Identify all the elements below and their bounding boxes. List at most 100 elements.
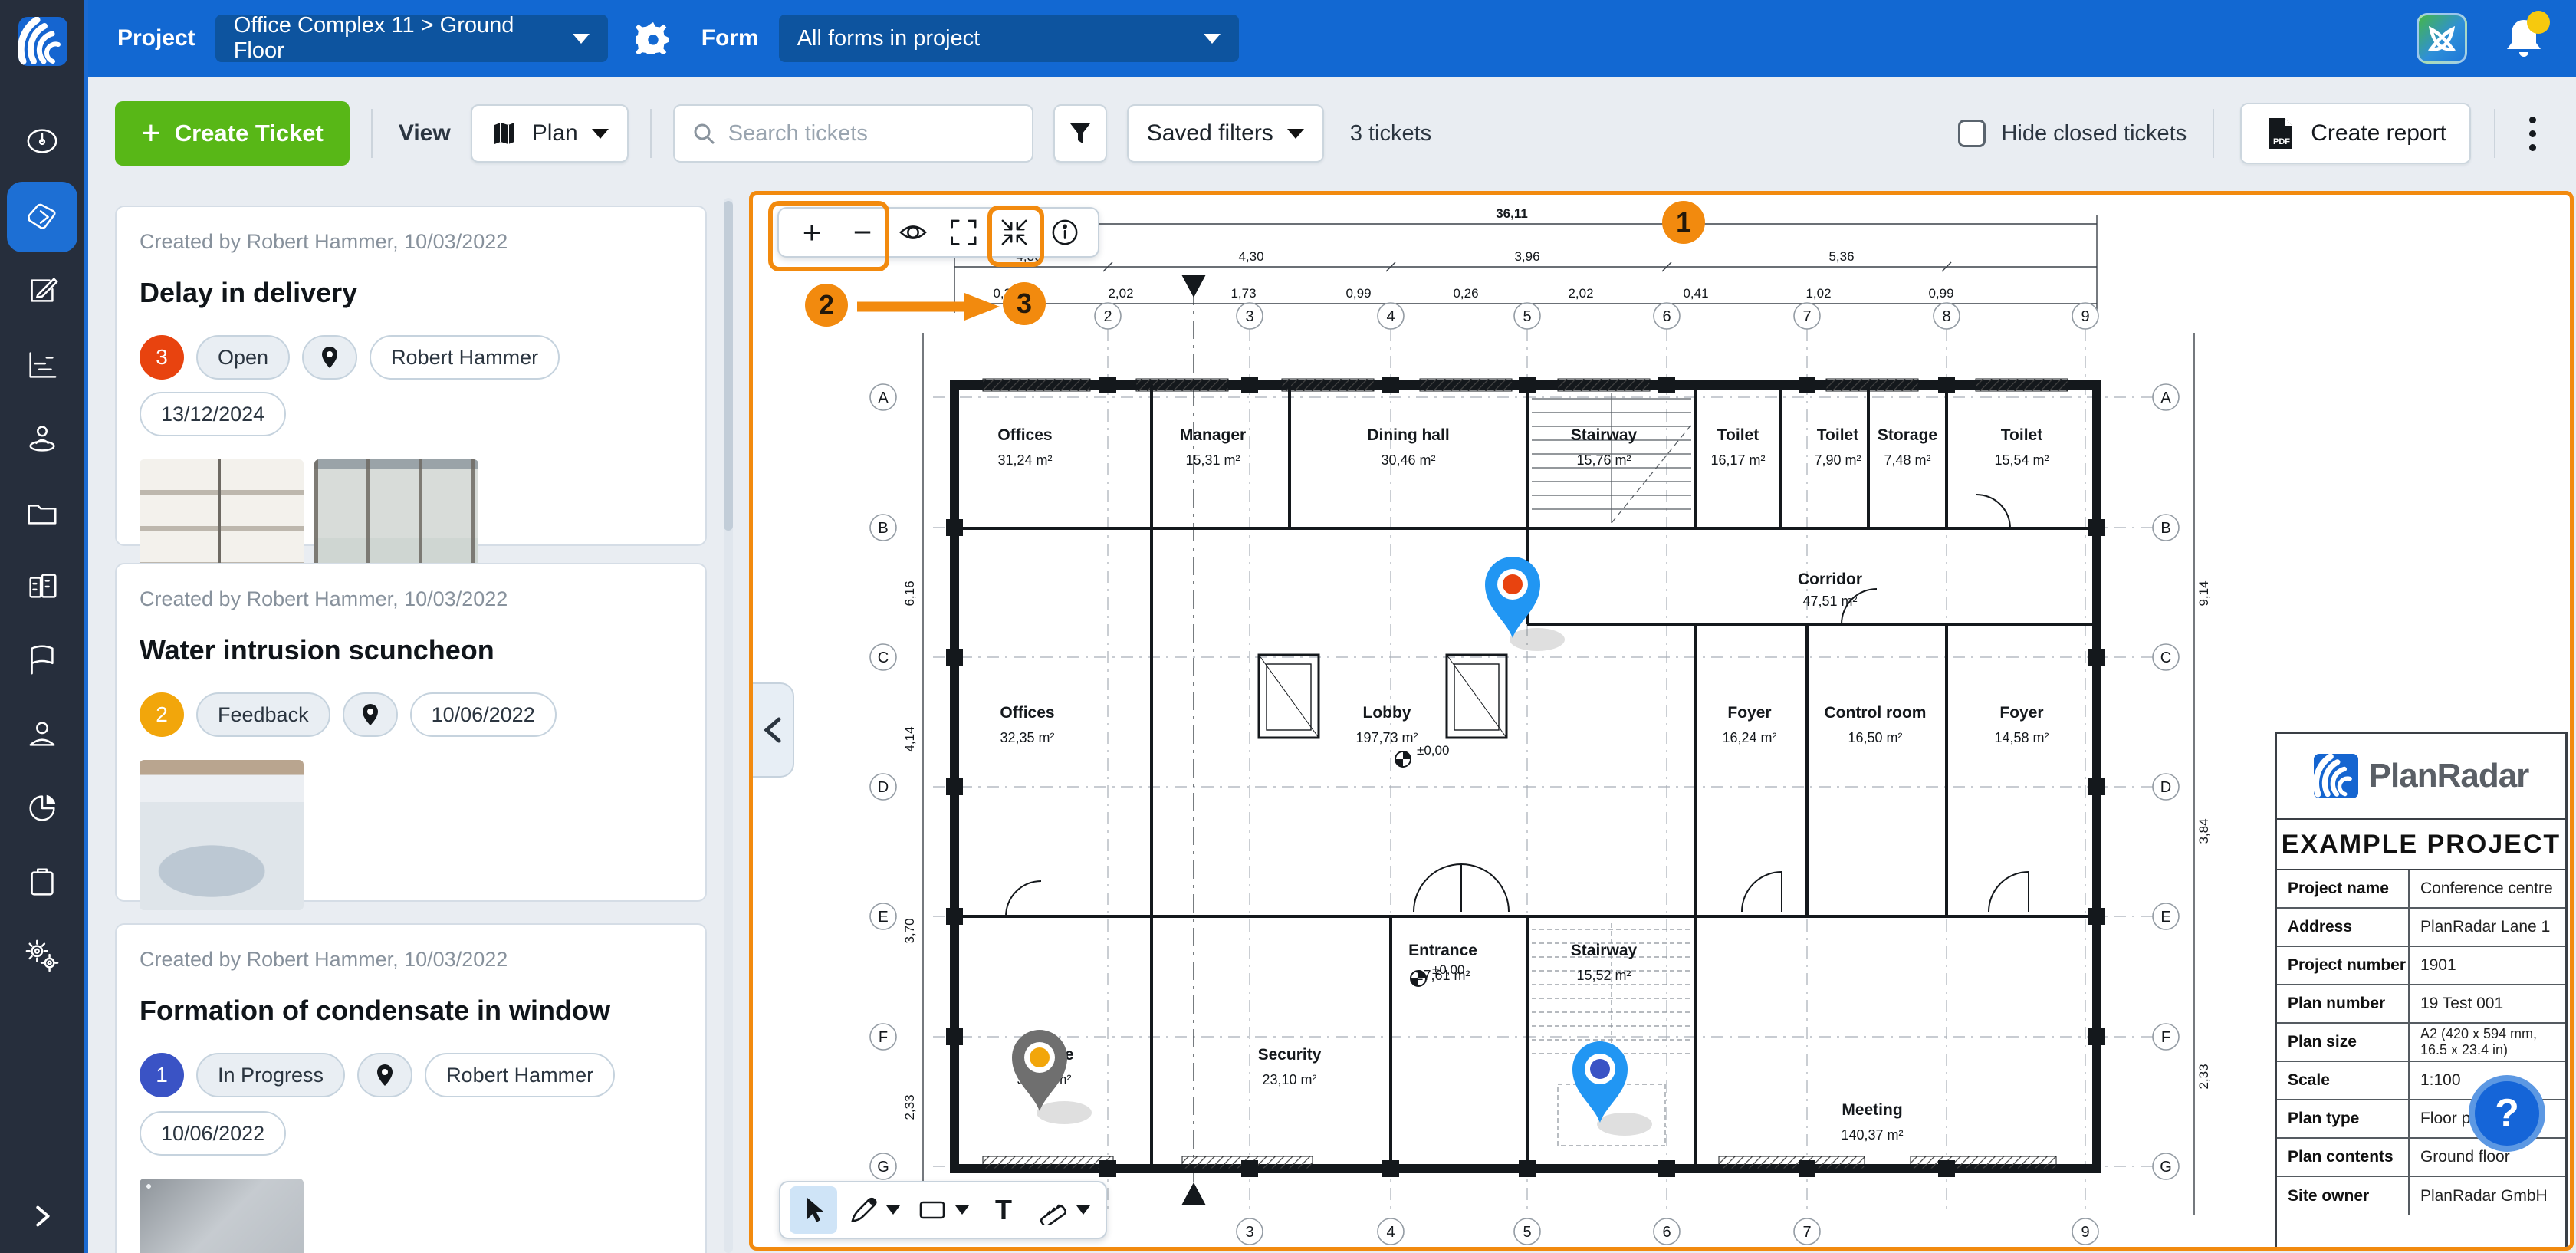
plan-info-button[interactable] xyxy=(1040,209,1090,255)
sidebar-item-settings[interactable] xyxy=(7,921,77,992)
svg-text:6,16: 6,16 xyxy=(902,580,917,606)
form-edit-icon xyxy=(25,273,60,308)
svg-text:D: D xyxy=(2160,779,2171,796)
view-mode-selector[interactable]: Plan xyxy=(471,104,629,163)
sidebar-item-documents[interactable] xyxy=(7,478,77,548)
text-tool-button[interactable]: T xyxy=(980,1186,1027,1234)
annotation-box-zoom-controls xyxy=(768,201,889,271)
svg-text:4,14: 4,14 xyxy=(902,726,917,751)
layer-visibility-button[interactable] xyxy=(888,209,938,255)
sidebar-item-tickets[interactable] xyxy=(7,182,77,252)
status-badge: Open xyxy=(196,335,290,380)
planradar-logo[interactable] xyxy=(18,17,67,66)
app-switcher-button[interactable] xyxy=(2417,13,2467,64)
ticket-pin-inprogress[interactable] xyxy=(1572,1041,1652,1136)
planradar-app: Project Office Complex 11 > Ground Floor… xyxy=(0,0,2576,1253)
search-input[interactable] xyxy=(728,121,1004,146)
ticket-list-scrollbar[interactable] xyxy=(724,198,733,1253)
svg-text:3,84: 3,84 xyxy=(2196,818,2211,844)
chevron-down-icon xyxy=(592,129,609,139)
annotation-step-2: 2 xyxy=(805,284,848,327)
svg-text:B: B xyxy=(878,520,888,537)
svg-text:E: E xyxy=(878,909,888,926)
sidebar-item-forms[interactable] xyxy=(7,255,77,326)
hide-closed-checkbox[interactable] xyxy=(1958,120,1986,147)
sidebar-item-tasks[interactable] xyxy=(7,847,77,918)
sidebar-item-statistics[interactable] xyxy=(7,330,77,400)
scrollbar-thumb[interactable] xyxy=(724,201,733,531)
ticket-pin-feedback[interactable] xyxy=(1012,1030,1092,1124)
svg-text:G: G xyxy=(877,1159,889,1176)
ticket-card[interactable]: Created by Robert Hammer, 10/03/2022 Wat… xyxy=(115,563,707,902)
svg-text:140,37 m²: 140,37 m² xyxy=(1841,1127,1903,1143)
title-block-value: Conference centre xyxy=(2410,870,2565,907)
create-report-button[interactable]: PDF Create report xyxy=(2240,103,2471,164)
priority-badge: 2 xyxy=(140,692,184,737)
sidebar-item-dashboard[interactable] xyxy=(7,106,77,176)
location-pin-badge[interactable] xyxy=(343,692,398,737)
notifications-button[interactable] xyxy=(2502,15,2545,61)
planradar-swirl-icon xyxy=(2314,754,2358,798)
sidebar-expand-button[interactable] xyxy=(7,1181,77,1251)
svg-text:4: 4 xyxy=(1386,308,1395,325)
sidebar-item-projects[interactable] xyxy=(7,551,77,622)
svg-text:3: 3 xyxy=(1245,308,1254,325)
chevron-down-icon[interactable] xyxy=(1076,1205,1090,1215)
ticket-photo-water-sill[interactable] xyxy=(140,760,304,910)
ticket-card[interactable]: Created by Robert Hammer, 10/03/2022 For… xyxy=(115,923,707,1253)
top-header: Project Office Complex 11 > Ground Floor… xyxy=(88,0,2576,77)
location-pin-badge[interactable] xyxy=(302,335,357,380)
fullscreen-button[interactable] xyxy=(938,209,989,255)
create-ticket-button[interactable]: + Create Ticket xyxy=(115,101,350,166)
ticket-card[interactable]: Created by Robert Hammer, 10/03/2022 Del… xyxy=(115,206,707,546)
project-settings-button[interactable] xyxy=(636,19,671,58)
plan-viewer[interactable]: 36,11 4,30 4,30 3,96 5,36 0,30 2,02 1,73… xyxy=(749,191,2574,1251)
svg-text:Offices: Offices xyxy=(997,426,1052,444)
grid-lines xyxy=(933,329,2156,1215)
chevron-right-icon xyxy=(25,1199,60,1234)
filter-button[interactable] xyxy=(1053,104,1107,163)
svg-text:5: 5 xyxy=(1523,308,1531,325)
svg-text:1,02: 1,02 xyxy=(1806,286,1831,301)
svg-text:7: 7 xyxy=(1802,308,1811,325)
chevron-down-icon[interactable] xyxy=(886,1205,900,1215)
svg-text:3: 3 xyxy=(1245,1224,1254,1241)
location-pin-badge[interactable] xyxy=(357,1053,412,1097)
ticket-created-meta: Created by Robert Hammer, 10/03/2022 xyxy=(140,948,682,972)
priority-badge: 3 xyxy=(140,335,184,380)
help-button[interactable]: ? xyxy=(2469,1075,2545,1152)
svg-text:0,26: 0,26 xyxy=(1453,286,1478,301)
svg-text:0,41: 0,41 xyxy=(1683,286,1708,301)
location-pin-icon xyxy=(319,345,340,370)
svg-text:Foyer: Foyer xyxy=(1999,704,2043,722)
view-label: View xyxy=(399,120,451,146)
saved-filters-selector[interactable]: Saved filters xyxy=(1127,104,1324,163)
ticket-pin-open[interactable] xyxy=(1485,557,1565,651)
measure-tool-button[interactable] xyxy=(1032,1186,1096,1234)
annotation-step-3: 3 xyxy=(1003,282,1046,325)
kebab-icon xyxy=(2529,117,2536,123)
chevron-down-icon[interactable] xyxy=(955,1205,969,1215)
ticket-photo-condensate-window[interactable] xyxy=(140,1179,304,1253)
more-options-button[interactable] xyxy=(2518,109,2547,159)
svg-text:15,52 m²: 15,52 m² xyxy=(1576,968,1631,983)
divider xyxy=(371,109,373,158)
sidebar-item-users[interactable] xyxy=(7,699,77,770)
svg-text:16,24 m²: 16,24 m² xyxy=(1722,730,1776,745)
priority-badge: 1 xyxy=(140,1053,184,1097)
text-tool-label: T xyxy=(995,1194,1012,1226)
form-selector[interactable]: All forms in project xyxy=(779,15,1239,62)
hide-closed-toggle[interactable]: Hide closed tickets xyxy=(1958,120,2187,147)
sidebar-item-reports[interactable] xyxy=(7,773,77,844)
svg-text:Dining hall: Dining hall xyxy=(1367,426,1449,444)
select-tool-button[interactable] xyxy=(790,1186,837,1234)
plan-title-block: PlanRadar EXAMPLE PROJECT Project nameCo… xyxy=(2275,732,2568,1251)
svg-text:8: 8 xyxy=(1942,308,1950,325)
sidebar-item-site-view[interactable] xyxy=(7,403,77,474)
assignee-badge: Robert Hammer xyxy=(370,335,560,380)
sidebar-item-flags[interactable] xyxy=(7,625,77,696)
panel-collapse-button[interactable] xyxy=(753,682,794,778)
pen-tool-button[interactable] xyxy=(842,1186,906,1234)
shape-tool-button[interactable] xyxy=(911,1186,975,1234)
project-selector[interactable]: Office Complex 11 > Ground Floor xyxy=(215,15,608,62)
